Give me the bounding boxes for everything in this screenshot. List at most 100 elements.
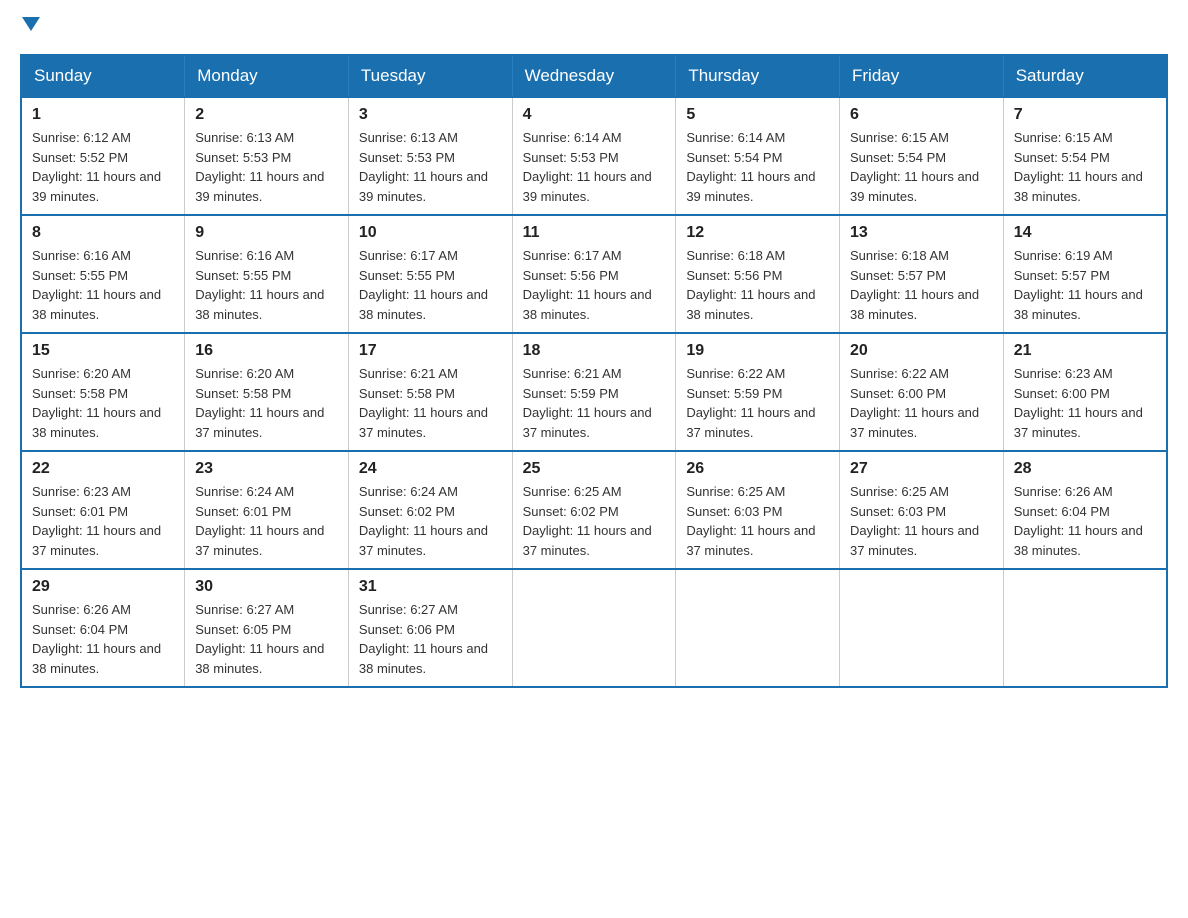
calendar-cell: 1 Sunrise: 6:12 AMSunset: 5:52 PMDaylight… — [21, 97, 185, 215]
day-info: Sunrise: 6:17 AMSunset: 5:56 PMDaylight:… — [523, 246, 666, 324]
day-number: 28 — [1014, 460, 1156, 478]
day-number: 2 — [195, 106, 338, 124]
day-info: Sunrise: 6:15 AMSunset: 5:54 PMDaylight:… — [1014, 128, 1156, 206]
calendar-cell: 17Sunrise: 6:21 AMSunset: 5:58 PMDayligh… — [348, 333, 512, 451]
day-info: Sunrise: 6:25 AMSunset: 6:03 PMDaylight:… — [686, 482, 829, 560]
weekday-header-wednesday: Wednesday — [512, 55, 676, 97]
day-info: Sunrise: 6:24 AMSunset: 6:02 PMDaylight:… — [359, 482, 502, 560]
calendar-cell: 15 Sunrise: 6:20 AMSunset: 5:58 PMDayligh… — [21, 333, 185, 451]
day-info: Sunrise: 6:25 AMSunset: 6:02 PMDaylight:… — [523, 482, 666, 560]
weekday-header-saturday: Saturday — [1003, 55, 1167, 97]
day-number: 26 — [686, 460, 829, 478]
calendar-cell: 31 Sunrise: 6:27 AMSunset: 6:06 PMDayligh… — [348, 569, 512, 687]
day-number: 22 — [32, 460, 174, 478]
day-number: 7 — [1014, 106, 1156, 124]
day-number: 1 — [32, 106, 174, 124]
day-info: Sunrise: 6:16 AMSunset: 5:55 PMDaylight:… — [32, 246, 174, 324]
weekday-header-thursday: Thursday — [676, 55, 840, 97]
day-number: 30 — [195, 578, 338, 596]
day-number: 31 — [359, 578, 502, 596]
calendar-cell: 7 Sunrise: 6:15 AMSunset: 5:54 PMDaylight… — [1003, 97, 1167, 215]
day-info: Sunrise: 6:18 AMSunset: 5:56 PMDaylight:… — [686, 246, 829, 324]
weekday-header-monday: Monday — [185, 55, 349, 97]
calendar-cell: 10 Sunrise: 6:17 AMSunset: 5:55 PMDayligh… — [348, 215, 512, 333]
day-number: 24 — [359, 460, 502, 478]
day-number: 10 — [359, 224, 502, 242]
day-number: 20 — [850, 342, 993, 360]
day-info: Sunrise: 6:16 AMSunset: 5:55 PMDaylight:… — [195, 246, 338, 324]
day-info: Sunrise: 6:22 AMSunset: 5:59 PMDaylight:… — [686, 364, 829, 442]
day-number: 21 — [1014, 342, 1156, 360]
calendar-cell: 19 Sunrise: 6:22 AMSunset: 5:59 PMDayligh… — [676, 333, 840, 451]
day-number: 4 — [523, 106, 666, 124]
calendar-cell: 30Sunrise: 6:27 AMSunset: 6:05 PMDayligh… — [185, 569, 349, 687]
day-number: 16 — [195, 342, 338, 360]
calendar-cell: 27 Sunrise: 6:25 AMSunset: 6:03 PMDayligh… — [840, 451, 1004, 569]
day-number: 8 — [32, 224, 174, 242]
calendar-cell: 20 Sunrise: 6:22 AMSunset: 6:00 PMDayligh… — [840, 333, 1004, 451]
calendar-cell: 29Sunrise: 6:26 AMSunset: 6:04 PMDayligh… — [21, 569, 185, 687]
calendar-cell: 26 Sunrise: 6:25 AMSunset: 6:03 PMDayligh… — [676, 451, 840, 569]
calendar-week-row: 29Sunrise: 6:26 AMSunset: 6:04 PMDayligh… — [21, 569, 1167, 687]
day-info: Sunrise: 6:27 AMSunset: 6:06 PMDaylight:… — [359, 600, 502, 678]
calendar-cell: 28 Sunrise: 6:26 AMSunset: 6:04 PMDayligh… — [1003, 451, 1167, 569]
day-number: 27 — [850, 460, 993, 478]
day-info: Sunrise: 6:23 AMSunset: 6:01 PMDaylight:… — [32, 482, 174, 560]
calendar-cell: 11 Sunrise: 6:17 AMSunset: 5:56 PMDayligh… — [512, 215, 676, 333]
calendar-cell: 18Sunrise: 6:21 AMSunset: 5:59 PMDayligh… — [512, 333, 676, 451]
calendar-cell: 6 Sunrise: 6:15 AMSunset: 5:54 PMDaylight… — [840, 97, 1004, 215]
page-header — [20, 20, 1168, 34]
day-info: Sunrise: 6:23 AMSunset: 6:00 PMDaylight:… — [1014, 364, 1156, 442]
calendar-cell: 13 Sunrise: 6:18 AMSunset: 5:57 PMDayligh… — [840, 215, 1004, 333]
calendar-cell — [1003, 569, 1167, 687]
day-info: Sunrise: 6:20 AMSunset: 5:58 PMDaylight:… — [32, 364, 174, 442]
day-info: Sunrise: 6:25 AMSunset: 6:03 PMDaylight:… — [850, 482, 993, 560]
day-number: 23 — [195, 460, 338, 478]
day-info: Sunrise: 6:15 AMSunset: 5:54 PMDaylight:… — [850, 128, 993, 206]
day-number: 14 — [1014, 224, 1156, 242]
day-info: Sunrise: 6:24 AMSunset: 6:01 PMDaylight:… — [195, 482, 338, 560]
day-number: 17 — [359, 342, 502, 360]
day-info: Sunrise: 6:14 AMSunset: 5:54 PMDaylight:… — [686, 128, 829, 206]
calendar-week-row: 15 Sunrise: 6:20 AMSunset: 5:58 PMDayligh… — [21, 333, 1167, 451]
day-number: 19 — [686, 342, 829, 360]
day-info: Sunrise: 6:26 AMSunset: 6:04 PMDaylight:… — [32, 600, 174, 678]
day-number: 5 — [686, 106, 829, 124]
calendar-cell: 21 Sunrise: 6:23 AMSunset: 6:00 PMDayligh… — [1003, 333, 1167, 451]
calendar-cell: 9 Sunrise: 6:16 AMSunset: 5:55 PMDaylight… — [185, 215, 349, 333]
day-info: Sunrise: 6:12 AMSunset: 5:52 PMDaylight:… — [32, 128, 174, 206]
day-info: Sunrise: 6:26 AMSunset: 6:04 PMDaylight:… — [1014, 482, 1156, 560]
day-info: Sunrise: 6:17 AMSunset: 5:55 PMDaylight:… — [359, 246, 502, 324]
day-number: 12 — [686, 224, 829, 242]
day-number: 6 — [850, 106, 993, 124]
calendar-cell: 25 Sunrise: 6:25 AMSunset: 6:02 PMDayligh… — [512, 451, 676, 569]
calendar-cell — [840, 569, 1004, 687]
weekday-header-friday: Friday — [840, 55, 1004, 97]
calendar-cell: 24 Sunrise: 6:24 AMSunset: 6:02 PMDayligh… — [348, 451, 512, 569]
calendar-week-row: 1 Sunrise: 6:12 AMSunset: 5:52 PMDaylight… — [21, 97, 1167, 215]
calendar-cell — [512, 569, 676, 687]
calendar-table: SundayMondayTuesdayWednesdayThursdayFrid… — [20, 54, 1168, 688]
calendar-cell: 22 Sunrise: 6:23 AMSunset: 6:01 PMDayligh… — [21, 451, 185, 569]
logo-triangle-icon — [22, 17, 40, 31]
calendar-cell: 4Sunrise: 6:14 AMSunset: 5:53 PMDaylight… — [512, 97, 676, 215]
day-info: Sunrise: 6:18 AMSunset: 5:57 PMDaylight:… — [850, 246, 993, 324]
calendar-cell — [676, 569, 840, 687]
day-number: 25 — [523, 460, 666, 478]
day-info: Sunrise: 6:13 AMSunset: 5:53 PMDaylight:… — [195, 128, 338, 206]
calendar-week-row: 8 Sunrise: 6:16 AMSunset: 5:55 PMDaylight… — [21, 215, 1167, 333]
day-info: Sunrise: 6:13 AMSunset: 5:53 PMDaylight:… — [359, 128, 502, 206]
weekday-header-sunday: Sunday — [21, 55, 185, 97]
weekday-header-row: SundayMondayTuesdayWednesdayThursdayFrid… — [21, 55, 1167, 97]
day-number: 13 — [850, 224, 993, 242]
day-number: 15 — [32, 342, 174, 360]
calendar-week-row: 22 Sunrise: 6:23 AMSunset: 6:01 PMDayligh… — [21, 451, 1167, 569]
calendar-cell: 12 Sunrise: 6:18 AMSunset: 5:56 PMDayligh… — [676, 215, 840, 333]
day-number: 11 — [523, 224, 666, 242]
day-info: Sunrise: 6:19 AMSunset: 5:57 PMDaylight:… — [1014, 246, 1156, 324]
calendar-cell: 5 Sunrise: 6:14 AMSunset: 5:54 PMDaylight… — [676, 97, 840, 215]
day-number: 9 — [195, 224, 338, 242]
day-info: Sunrise: 6:22 AMSunset: 6:00 PMDaylight:… — [850, 364, 993, 442]
day-number: 18 — [523, 342, 666, 360]
calendar-cell: 8 Sunrise: 6:16 AMSunset: 5:55 PMDaylight… — [21, 215, 185, 333]
